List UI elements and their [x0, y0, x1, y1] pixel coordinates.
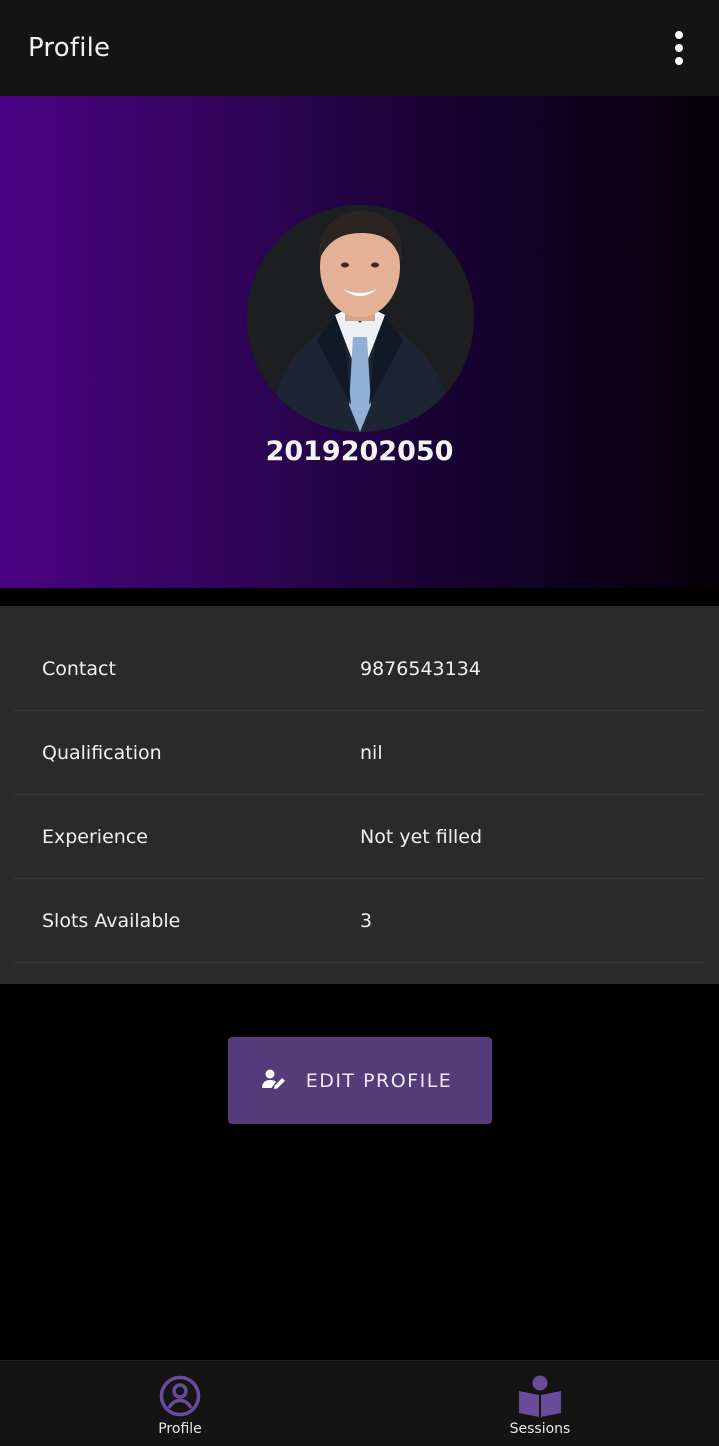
edit-profile-button[interactable]: EDIT PROFILE — [228, 1037, 492, 1124]
edit-profile-label: EDIT PROFILE — [305, 1069, 453, 1092]
nav-label-sessions: Sessions — [509, 1421, 571, 1437]
detail-row-experience: Experience Not yet filled — [14, 795, 705, 879]
detail-label: Slots Available — [42, 910, 181, 932]
app-bar: Profile — [0, 0, 719, 96]
profile-user-id: 2019202050 — [265, 436, 454, 467]
section-divider — [0, 588, 719, 606]
detail-value: 3 — [360, 910, 373, 932]
detail-label: Experience — [42, 826, 148, 848]
detail-value: 9876543134 — [360, 658, 481, 680]
nav-label-profile: Profile — [158, 1421, 202, 1437]
avatar — [247, 205, 474, 432]
nav-item-profile[interactable]: Profile — [90, 1361, 270, 1446]
bottom-navigation: Profile Sessions — [0, 1360, 719, 1446]
book-reader-icon — [518, 1373, 562, 1419]
account-circle-icon — [159, 1373, 201, 1419]
profile-header: 2019202050 — [0, 96, 719, 588]
more-vert-icon[interactable] — [657, 26, 701, 70]
detail-value: nil — [360, 742, 383, 764]
page-title: Profile — [28, 33, 111, 63]
detail-label: Contact — [42, 658, 116, 680]
profile-details-card: Contact 9876543134 Qualification nil Exp… — [0, 606, 719, 984]
detail-row-slots: Slots Available 3 — [14, 879, 705, 963]
detail-row-contact: Contact 9876543134 — [14, 627, 705, 711]
nav-item-sessions[interactable]: Sessions — [450, 1361, 630, 1446]
detail-label: Qualification — [42, 742, 162, 764]
detail-value: Not yet filled — [360, 826, 483, 848]
detail-row-qualification: Qualification nil — [14, 711, 705, 795]
edit-person-icon — [261, 1068, 286, 1094]
